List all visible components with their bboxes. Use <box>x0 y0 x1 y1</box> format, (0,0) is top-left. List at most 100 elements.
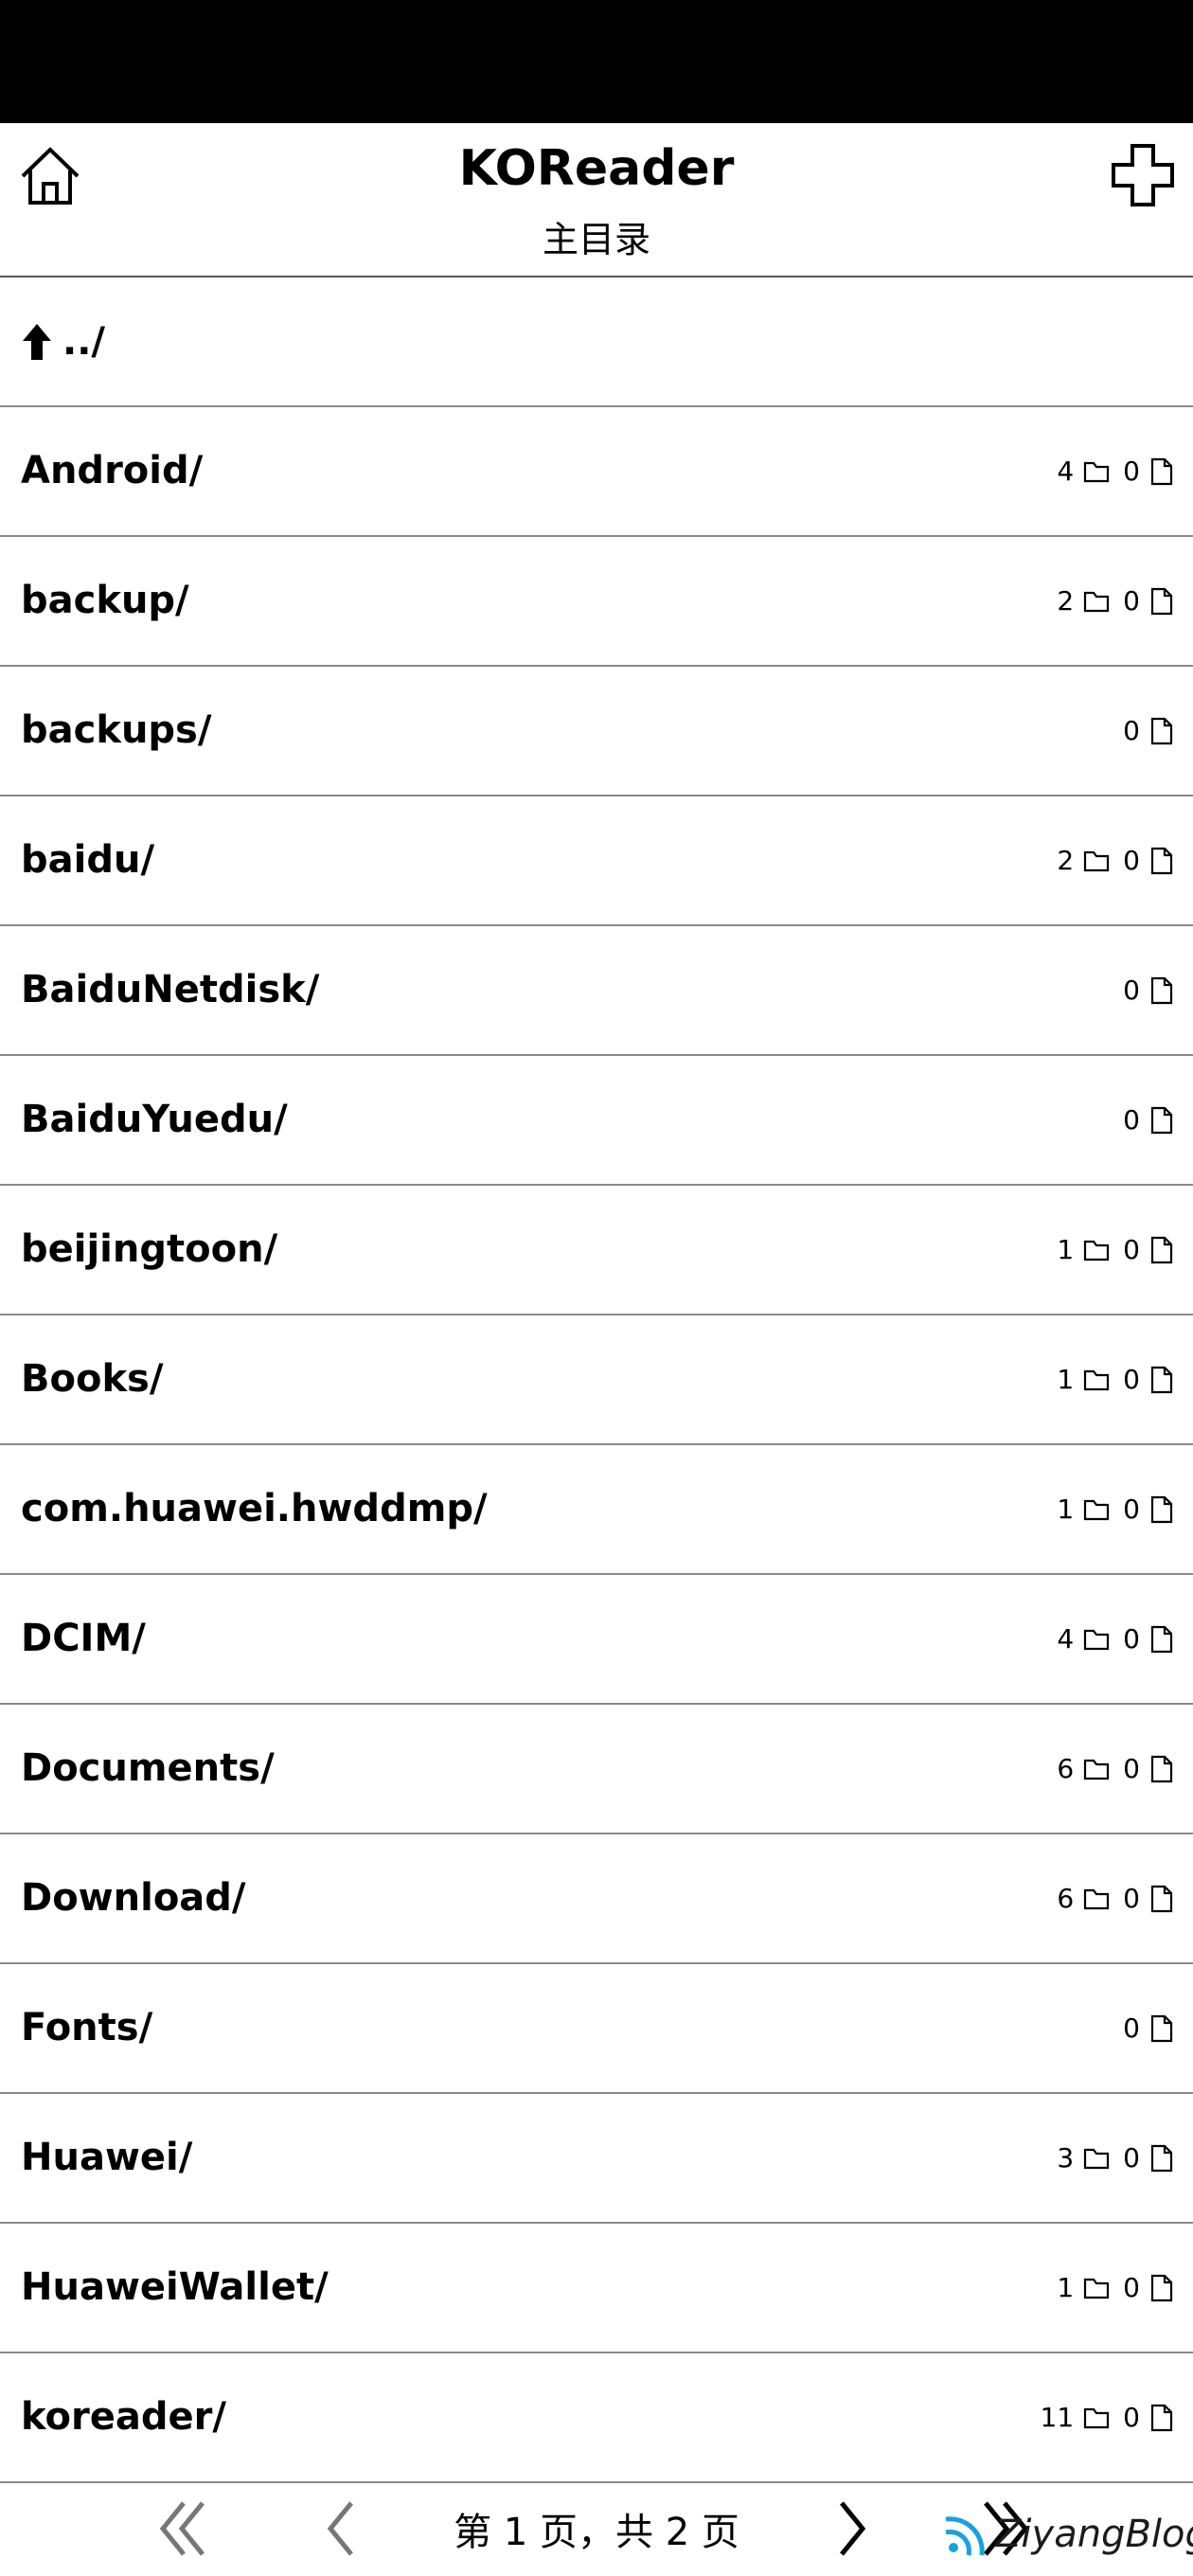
file-icon <box>1150 2144 1173 2172</box>
folder-item[interactable]: Documents/ 6 0 <box>0 1705 1193 1834</box>
file-count: 0 <box>1123 456 1140 487</box>
folder-counts: 0 <box>1123 667 1174 795</box>
folder-icon <box>1084 1629 1110 1650</box>
folder-item[interactable]: Huawei/ 3 0 <box>0 2094 1193 2224</box>
file-count: 0 <box>1123 975 1140 1006</box>
add-button[interactable] <box>1110 142 1176 208</box>
folder-counts: 0 <box>1123 1964 1174 2092</box>
file-icon <box>1150 2404 1173 2431</box>
folder-counts: 2 0 <box>1057 537 1174 665</box>
folder-name: koreader/ <box>21 2395 226 2439</box>
file-icon <box>1150 1236 1173 1263</box>
file-count: 0 <box>1123 715 1140 746</box>
subfolder-count: 1 <box>1057 1364 1075 1395</box>
folder-item[interactable]: backups/ 0 <box>0 667 1193 796</box>
folder-icon <box>1084 2278 1110 2299</box>
subfolder-count: 2 <box>1057 845 1075 876</box>
watermark: ZiyangBlog <box>942 2501 1193 2567</box>
folder-name: HuaweiWallet/ <box>21 2265 329 2309</box>
folder-counts: 3 0 <box>1057 2094 1174 2222</box>
file-icon <box>1150 976 1173 1004</box>
parent-folder-item[interactable]: ../ <box>0 277 1193 407</box>
folder-counts: 6 0 <box>1057 1705 1174 1833</box>
file-count: 0 <box>1123 2012 1140 2044</box>
folder-name: baidu/ <box>21 838 155 882</box>
folder-name: beijingtoon/ <box>21 1227 278 1271</box>
folder-counts: 1 0 <box>1057 2224 1174 2352</box>
subfolder-count: 4 <box>1057 1623 1075 1655</box>
file-icon <box>1150 1885 1173 1912</box>
next-page-button[interactable] <box>819 2496 885 2562</box>
subfolder-count: 3 <box>1057 2142 1075 2174</box>
folder-name: com.huawei.hwddmp/ <box>21 1487 488 1530</box>
file-icon <box>1150 1106 1173 1134</box>
file-count: 0 <box>1123 2272 1140 2303</box>
subfolder-count: 1 <box>1057 1234 1075 1265</box>
file-icon <box>1150 717 1173 744</box>
plus-icon <box>1112 144 1174 206</box>
file-count: 0 <box>1123 845 1140 876</box>
file-count: 0 <box>1123 1234 1140 1265</box>
folder-item[interactable]: Android/ 4 0 <box>0 407 1193 537</box>
page-navigation: 第 1 页，共 2 页 ZiyangBlog <box>0 2484 1193 2576</box>
folder-item[interactable]: Books/ 1 0 <box>0 1315 1193 1445</box>
folder-item[interactable]: beijingtoon/ 1 0 <box>0 1186 1193 1315</box>
file-count: 0 <box>1123 2402 1140 2433</box>
file-icon <box>1150 1366 1173 1393</box>
folder-item[interactable]: koreader/ 11 0 <box>0 2353 1193 2483</box>
watermark-text: ZiyangBlog <box>995 2513 1193 2556</box>
folder-item[interactable]: BaiduNetdisk/ 0 <box>0 926 1193 1056</box>
folder-name: BaiduYuedu/ <box>21 1098 288 1141</box>
file-count: 0 <box>1123 1494 1140 1525</box>
folder-icon <box>1084 1888 1110 1909</box>
file-icon <box>1150 587 1173 615</box>
folder-item[interactable]: DCIM/ 4 0 <box>0 1575 1193 1705</box>
file-count: 0 <box>1123 1364 1140 1395</box>
folder-counts: 4 0 <box>1057 407 1174 535</box>
arrow-up-icon <box>23 323 51 360</box>
current-folder-title: 主目录 <box>542 219 650 260</box>
folder-counts: 4 0 <box>1057 1575 1174 1703</box>
folder-name: DCIM/ <box>21 1617 146 1660</box>
folder-item[interactable]: Download/ 6 0 <box>0 1834 1193 1964</box>
app-title: KOReader <box>458 140 735 197</box>
chevron-right-icon <box>840 2501 866 2556</box>
folder-item[interactable]: baidu/ 2 0 <box>0 796 1193 926</box>
file-count: 0 <box>1123 1883 1140 1914</box>
folder-icon <box>1084 850 1110 871</box>
folder-name: Download/ <box>21 1876 246 1920</box>
folder-item[interactable]: HuaweiWallet/ 1 0 <box>0 2224 1193 2353</box>
subfolder-count: 2 <box>1057 585 1075 617</box>
file-count: 0 <box>1123 1104 1140 1136</box>
file-icon <box>1150 2274 1173 2301</box>
folder-name: Android/ <box>21 449 204 492</box>
subfolder-count: 1 <box>1057 1494 1075 1525</box>
file-icon <box>1150 847 1173 874</box>
folder-name: backup/ <box>21 579 189 622</box>
folder-item[interactable]: BaiduYuedu/ 0 <box>0 1056 1193 1186</box>
subfolder-count: 6 <box>1057 1753 1075 1784</box>
folder-name: Documents/ <box>21 1746 275 1790</box>
status-bar <box>0 0 1193 123</box>
folder-counts: 1 0 <box>1057 1186 1174 1314</box>
wifi-logo-icon <box>945 2516 985 2556</box>
folder-name: BaiduNetdisk/ <box>21 968 320 1011</box>
folder-counts: 1 0 <box>1057 1445 1174 1573</box>
file-icon <box>1150 457 1173 485</box>
folder-item[interactable]: backup/ 2 0 <box>0 537 1193 667</box>
folder-icon <box>1084 2148 1110 2169</box>
file-count: 0 <box>1123 1623 1140 1655</box>
file-icon <box>1150 1755 1173 1782</box>
folder-counts: 6 0 <box>1057 1834 1174 1962</box>
folder-icon <box>1084 2407 1110 2428</box>
folder-icon <box>1084 1240 1110 1261</box>
folder-item[interactable]: com.huawei.hwddmp/ 1 0 <box>0 1445 1193 1575</box>
file-list: ../ Android/ 4 0 backup/ 2 0 backups/ 0 … <box>0 277 1193 2483</box>
subfolder-count: 11 <box>1040 2402 1075 2433</box>
folder-counts: 0 <box>1123 926 1174 1054</box>
subfolder-count: 6 <box>1057 1883 1075 1914</box>
folder-icon <box>1084 1499 1110 1520</box>
folder-item[interactable]: Fonts/ 0 <box>0 1964 1193 2094</box>
folder-counts: 11 0 <box>1041 2353 1174 2481</box>
folder-name: Huawei/ <box>21 2136 193 2179</box>
